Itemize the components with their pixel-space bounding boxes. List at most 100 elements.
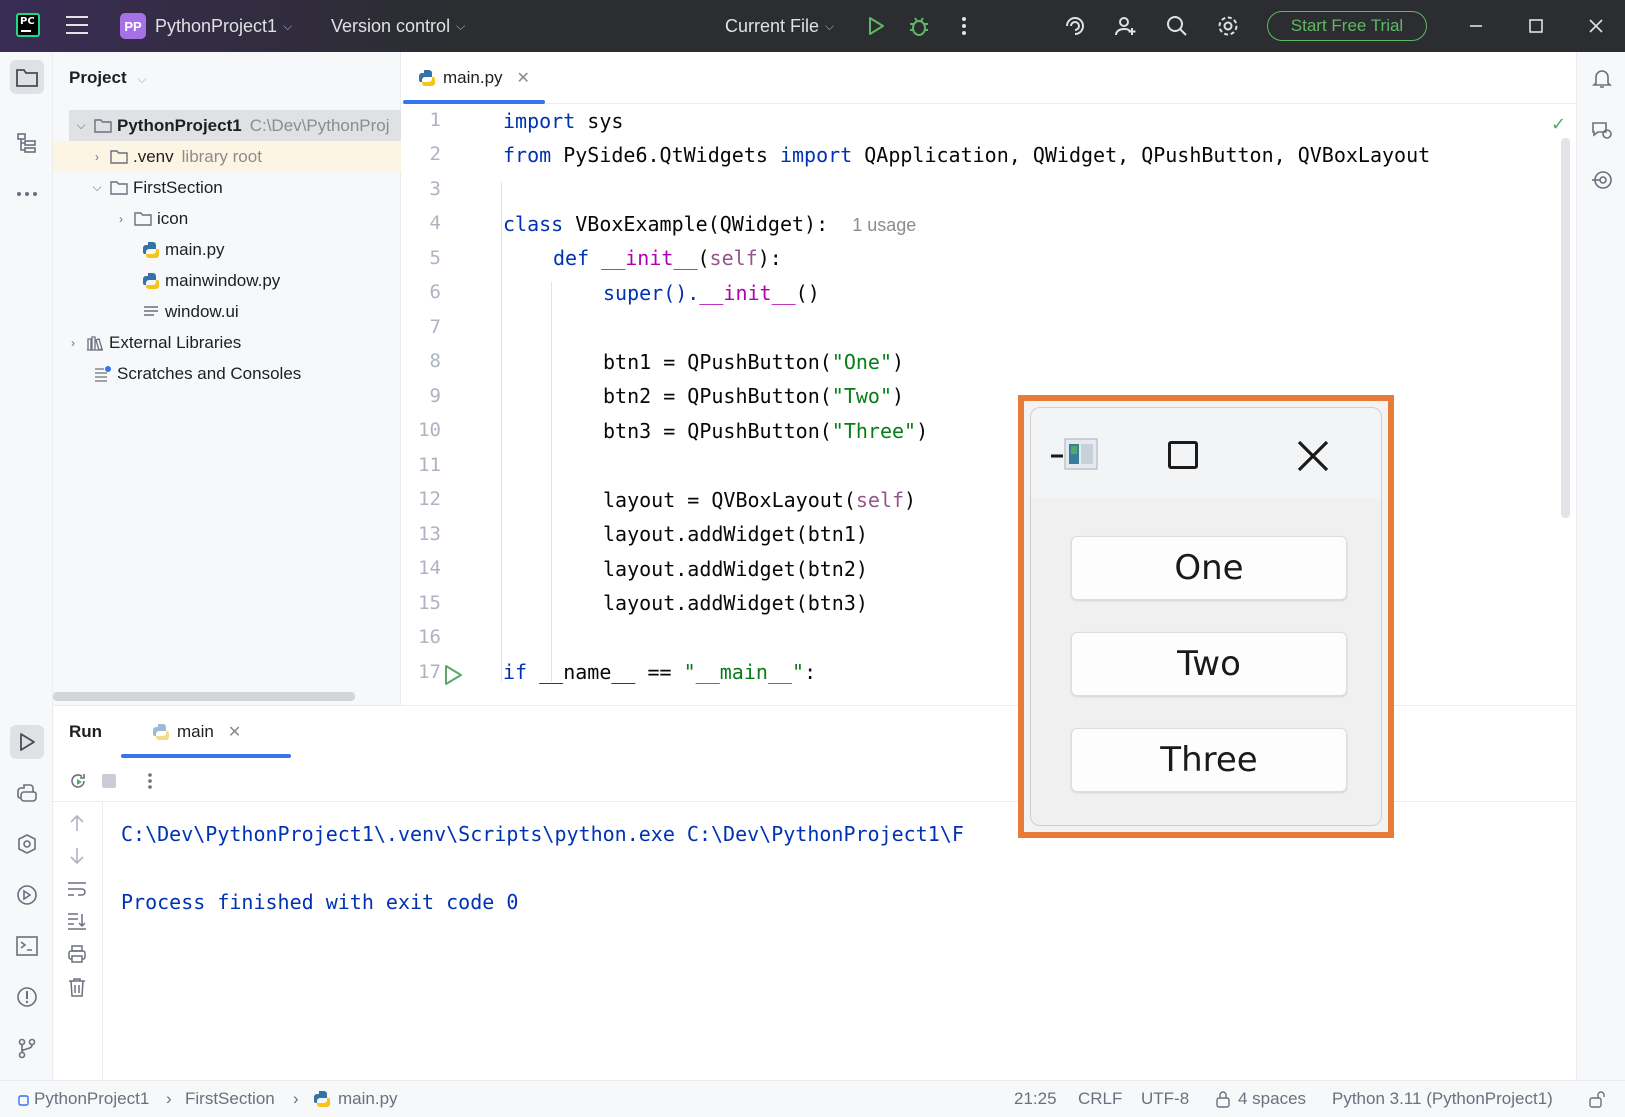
- run-icon[interactable]: [864, 14, 888, 38]
- maximize-window-icon[interactable]: [1524, 14, 1548, 38]
- tree-item-project-root[interactable]: ⌵ PythonProject1 C:\Dev\PythonProj: [69, 110, 401, 141]
- run-tool-icon[interactable]: [10, 725, 44, 759]
- line-separator[interactable]: CRLF: [1078, 1089, 1122, 1109]
- no-problems-check-icon[interactable]: ✓: [1551, 114, 1566, 135]
- file-encoding[interactable]: UTF-8: [1141, 1089, 1189, 1109]
- line-number: 14: [418, 557, 441, 579]
- project-badge[interactable]: PP: [120, 13, 146, 39]
- line-number: 3: [429, 178, 441, 200]
- run-config-selector[interactable]: Current File ⌵: [725, 0, 834, 52]
- stop-icon[interactable]: [98, 770, 120, 792]
- caret-position[interactable]: 21:25: [1014, 1089, 1057, 1109]
- indent-guide: [551, 282, 552, 682]
- add-user-icon[interactable]: [1114, 14, 1138, 38]
- git-branch-icon[interactable]: [10, 1031, 44, 1065]
- tree-item-icon-folder[interactable]: › icon: [53, 203, 401, 234]
- qt-close-icon[interactable]: [1293, 436, 1333, 476]
- horizontal-scrollbar[interactable]: [53, 692, 355, 701]
- qt-button-three[interactable]: Three: [1071, 728, 1347, 792]
- python-file-icon: [141, 272, 161, 290]
- scroll-to-end-icon[interactable]: [66, 910, 88, 932]
- usage-hint[interactable]: 1 usage: [852, 215, 916, 235]
- rerun-icon[interactable]: [67, 770, 89, 792]
- qt-maximize-icon[interactable]: [1168, 441, 1198, 469]
- more-horizontal-icon[interactable]: [10, 177, 44, 211]
- tree-item-path: C:\Dev\PythonProj: [249, 115, 390, 135]
- code-line: layout.addWidget(btn1): [603, 522, 868, 546]
- read-only-lock-icon[interactable]: [1588, 1090, 1606, 1113]
- qt-app-window: One Two Three: [1030, 407, 1382, 826]
- python-file-icon: [417, 69, 437, 87]
- indent-setting[interactable]: 4 spaces: [1238, 1089, 1306, 1109]
- ai-assistant-icon[interactable]: [1063, 14, 1087, 38]
- more-vertical-icon[interactable]: [952, 14, 976, 38]
- line-number: 17: [418, 661, 441, 683]
- editor-tab-main-py[interactable]: main.py ✕: [401, 52, 543, 104]
- line-number: 1: [429, 109, 441, 131]
- tree-item-main-py[interactable]: main.py: [53, 234, 401, 265]
- tree-item-window-ui[interactable]: window.ui: [53, 296, 401, 327]
- breadcrumb-project[interactable]: PythonProject1: [34, 1089, 149, 1109]
- debug-icon[interactable]: [907, 14, 931, 38]
- arrow-down-icon[interactable]: [66, 845, 88, 867]
- console-output-line: C:\Dev\PythonProject1\.venv\Scripts\pyth…: [121, 822, 964, 846]
- more-vertical-icon[interactable]: [139, 770, 161, 792]
- notifications-bell-icon[interactable]: [1588, 64, 1616, 92]
- python-interpreter[interactable]: Python 3.11 (PythonProject1): [1332, 1089, 1553, 1109]
- project-folder-icon[interactable]: [10, 60, 44, 94]
- breadcrumb-folder[interactable]: FirstSection: [185, 1089, 275, 1109]
- indent-guide: [501, 182, 502, 682]
- breadcrumb-separator-icon: ›: [166, 1089, 172, 1108]
- code-line: import sys: [503, 109, 624, 133]
- tree-item-scratches[interactable]: Scratches and Consoles: [53, 358, 401, 389]
- qt-button-one[interactable]: One: [1071, 536, 1347, 600]
- services-icon[interactable]: [10, 827, 44, 861]
- close-tab-icon[interactable]: ✕: [517, 68, 530, 88]
- breadcrumb-file[interactable]: main.py: [338, 1089, 398, 1109]
- tree-item-mainwindow-py[interactable]: mainwindow.py: [53, 265, 401, 296]
- print-icon[interactable]: [66, 943, 88, 965]
- chevron-right-icon: ›: [95, 149, 99, 164]
- minimize-window-icon[interactable]: [1464, 14, 1488, 38]
- structure-icon[interactable]: [10, 126, 44, 160]
- tree-item-firstsection[interactable]: ⌵ FirstSection: [53, 172, 401, 203]
- start-free-trial-button[interactable]: Start Free Trial: [1267, 11, 1427, 41]
- tree-item-label: PythonProject1: [117, 115, 242, 135]
- project-panel-title[interactable]: Project ⌵: [69, 68, 146, 88]
- trash-icon[interactable]: [66, 976, 88, 998]
- project-selector[interactable]: PythonProject1 ⌵: [155, 0, 292, 52]
- qt-app-icon: [1051, 436, 1099, 472]
- settings-gear-icon[interactable]: [1216, 14, 1240, 38]
- tree-item-external-libraries[interactable]: › External Libraries: [53, 327, 401, 358]
- tree-item-label: icon: [157, 208, 189, 228]
- search-icon[interactable]: [1165, 14, 1189, 38]
- tree-item-venv[interactable]: › .venv library root: [53, 141, 401, 172]
- python-file-icon: [151, 723, 171, 741]
- qt-window-titlebar[interactable]: [1031, 408, 1381, 498]
- vertical-scrollbar[interactable]: [1561, 138, 1570, 518]
- endpoints-icon[interactable]: [1588, 166, 1616, 194]
- chevron-down-icon: ⌵: [825, 18, 835, 33]
- arrow-up-icon[interactable]: [66, 812, 88, 834]
- run-tab-main[interactable]: main ✕: [135, 706, 289, 758]
- close-window-icon[interactable]: [1584, 14, 1608, 38]
- run-gutter-icon[interactable]: [443, 664, 463, 692]
- vcs-menu[interactable]: Version control ⌵: [331, 0, 465, 52]
- qt-button-two[interactable]: Two: [1071, 632, 1347, 696]
- breadcrumb-separator-icon: ›: [293, 1089, 299, 1108]
- tree-item-label: main.py: [165, 239, 225, 259]
- python-packages-icon[interactable]: [10, 776, 44, 810]
- problems-icon[interactable]: [10, 980, 44, 1014]
- line-number: 11: [418, 454, 441, 476]
- code-line: class VBoxExample(QWidget): 1 usage: [503, 212, 917, 236]
- close-tab-icon[interactable]: ✕: [228, 722, 241, 742]
- terminal-icon[interactable]: [10, 929, 44, 963]
- tree-item-label: External Libraries: [109, 332, 242, 352]
- library-icon: [85, 334, 105, 352]
- project-name: PythonProject1: [155, 15, 278, 36]
- soft-wrap-icon[interactable]: [66, 878, 88, 900]
- main-menu-icon[interactable]: [66, 16, 88, 34]
- ai-chat-icon[interactable]: [1588, 116, 1616, 144]
- debug-tool-icon[interactable]: [10, 878, 44, 912]
- folder-icon: [93, 117, 113, 135]
